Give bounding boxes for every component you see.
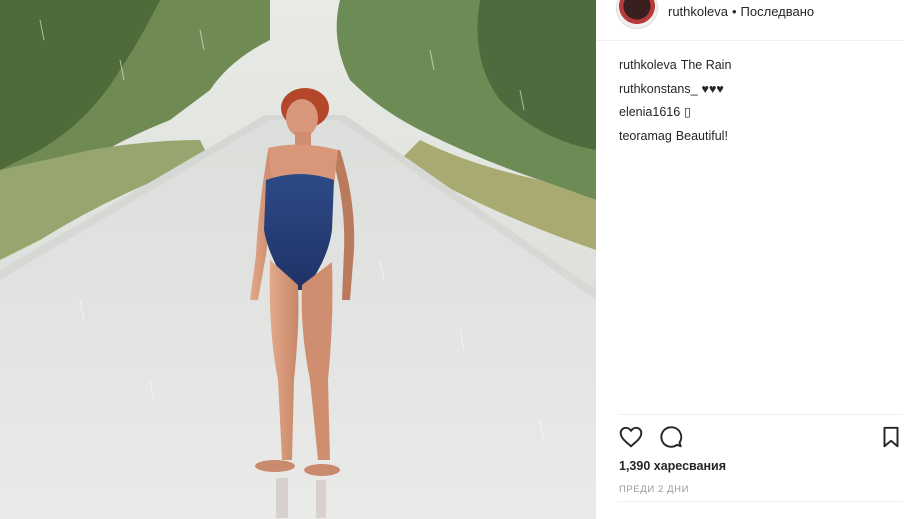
avatar[interactable]	[616, 0, 658, 29]
comment-text: Beautiful!	[675, 128, 728, 143]
comment-item: ruthkoleva The Rain	[619, 54, 899, 78]
post-actions	[618, 424, 904, 452]
post-side-panel: ruthkoleva • Последвано ruthkoleva The Rain…	[596, 0, 924, 519]
comment-text: ▯	[684, 105, 692, 119]
comments-list: ruthkoleva The Rain ruthkonstans_ ♥♥♥ elen…	[619, 54, 899, 148]
rain-road-photo	[0, 0, 596, 519]
comment-item: ruthkonstans_ ♥♥♥	[619, 78, 899, 102]
comment-username[interactable]: ruthkoleva	[619, 58, 677, 72]
separator-dot: •	[731, 3, 737, 19]
post-photo[interactable]	[0, 0, 596, 519]
bottom-divider	[618, 501, 903, 502]
comment-text: The Rain	[680, 58, 732, 72]
comment-item: elenia1616 ▯	[619, 101, 899, 125]
comment-text: ♥♥♥	[701, 81, 724, 96]
comment-icon[interactable]	[658, 424, 684, 450]
bookmark-icon[interactable]	[878, 424, 904, 450]
post-header-text: ruthkoleva • Последвано	[668, 4, 814, 19]
actions-divider	[618, 414, 903, 415]
author-username[interactable]: ruthkoleva	[668, 4, 728, 19]
comment-username[interactable]: teoramag	[619, 129, 672, 143]
comment-username[interactable]: ruthkonstans_	[619, 82, 698, 96]
header-divider	[596, 40, 904, 41]
post-timestamp: ПРЕДИ 2 ДНИ	[619, 484, 690, 495]
heart-icon[interactable]	[618, 424, 644, 450]
likes-count[interactable]: 1,390 харесвания	[619, 459, 726, 473]
post-header: ruthkoleva • Последвано	[616, 0, 814, 29]
comment-item: teoramag Beautiful!	[619, 125, 899, 149]
follow-status[interactable]: Последвано	[741, 4, 815, 19]
comment-username[interactable]: elenia1616	[619, 105, 680, 119]
